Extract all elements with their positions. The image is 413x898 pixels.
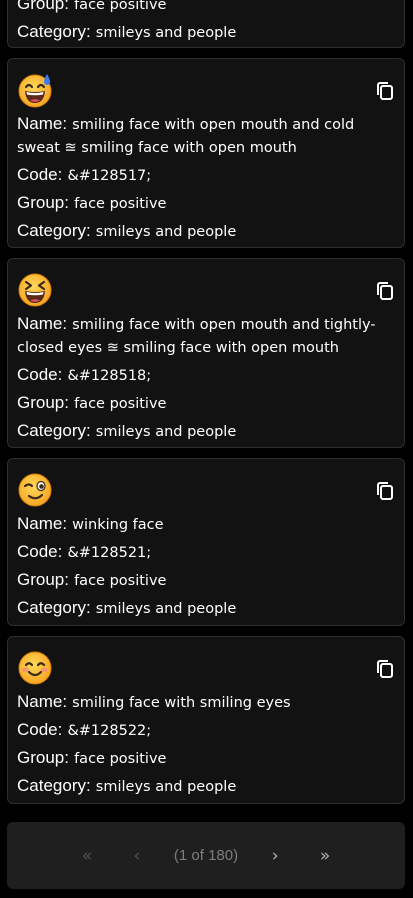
group-label: Group: <box>17 0 69 13</box>
name-label: Name: <box>17 314 68 333</box>
code-value: &#128522; <box>67 723 152 739</box>
group-row: Group: face positive <box>17 747 395 770</box>
group-row: Group: face positive <box>17 569 395 592</box>
category-label: Category: <box>17 221 91 240</box>
category-value: smileys and people <box>95 25 237 41</box>
category-row: Category: smileys and people <box>17 220 395 243</box>
first-page-button[interactable]: « <box>62 846 112 866</box>
category-row: Category: smileys and people <box>17 21 395 44</box>
name-label: Name: <box>17 692 68 711</box>
copy-icon <box>377 282 393 300</box>
copy-icon <box>377 482 393 500</box>
code-row: Code: &#128521; <box>17 541 395 564</box>
group-row: Group: face positive <box>17 392 395 415</box>
group-value: face positive <box>74 573 167 589</box>
copy-button[interactable] <box>374 657 396 681</box>
code-row: Code: &#128518; <box>17 364 395 387</box>
squinting-laughing-icon <box>18 273 52 307</box>
code-label: Code: <box>17 365 63 384</box>
code-value: &#128517; <box>67 168 152 184</box>
group-row: Group: face positive <box>17 192 395 215</box>
last-page-button[interactable]: » <box>300 846 350 866</box>
name-row: Name: smiling face with open mouth and c… <box>17 113 395 159</box>
category-label: Category: <box>17 598 91 617</box>
pagination: « ‹ (1 of 180) › » <box>7 822 405 889</box>
code-label: Code: <box>17 542 63 561</box>
group-label: Group: <box>17 193 69 212</box>
category-value: smileys and people <box>95 601 237 617</box>
group-value: face positive <box>74 0 167 13</box>
name-label: Name: <box>17 114 68 133</box>
group-label: Group: <box>17 393 69 412</box>
emoji-card: Name: smiling face with open mouth and c… <box>7 58 405 248</box>
code-value: &#128521; <box>67 545 152 561</box>
emoji-card: Name: winking face Code: &#128521; Group… <box>7 458 405 626</box>
category-value: smileys and people <box>95 779 237 795</box>
code-label: Code: <box>17 165 63 184</box>
name-value: smiling face with smiling eyes <box>72 695 291 711</box>
code-label: Code: <box>17 720 63 739</box>
category-label: Category: <box>17 421 91 440</box>
emoji-card: Name: smiling face with smiling eyes Cod… <box>7 636 405 804</box>
group-label: Group: <box>17 570 69 589</box>
smiling-eyes-icon <box>18 651 52 685</box>
code-row: Code: &#128522; <box>17 719 395 742</box>
group-value: face positive <box>74 396 167 412</box>
next-page-button[interactable]: › <box>250 846 300 866</box>
name-value: smiling face with open mouth and tightly… <box>17 317 376 356</box>
code-row: Code: &#128517; <box>17 164 395 187</box>
category-row: Category: smileys and people <box>17 420 395 443</box>
copy-icon <box>377 660 393 678</box>
name-row: Name: smiling face with open mouth and t… <box>17 313 395 359</box>
group-value: face positive <box>74 751 167 767</box>
name-value: smiling face with open mouth and cold sw… <box>17 117 355 156</box>
copy-button[interactable] <box>374 279 396 303</box>
emoji-card: Name: smiling face with open mouth and t… <box>7 258 405 448</box>
group-label: Group: <box>17 748 69 767</box>
copy-button[interactable] <box>374 79 396 103</box>
name-value: winking face <box>72 517 164 533</box>
group-row: Group: face positive <box>17 0 395 16</box>
prev-page-button[interactable]: ‹ <box>112 846 162 866</box>
category-label: Category: <box>17 22 91 41</box>
page-info: (1 of 180) <box>173 847 239 864</box>
name-row: Name: smiling face with smiling eyes <box>17 691 395 714</box>
copy-icon <box>377 82 393 100</box>
category-value: smileys and people <box>95 424 237 440</box>
emoji-list: Group: face positive Category: smileys a… <box>7 0 405 814</box>
category-row: Category: smileys and people <box>17 775 395 798</box>
code-value: &#128518; <box>67 368 152 384</box>
emoji-card-partial: Group: face positive Category: smileys a… <box>7 0 405 48</box>
winking-face-icon <box>18 473 52 507</box>
copy-button[interactable] <box>374 479 396 503</box>
group-value: face positive <box>74 196 167 212</box>
name-row: Name: winking face <box>17 513 395 536</box>
category-label: Category: <box>17 776 91 795</box>
category-value: smileys and people <box>95 224 237 240</box>
category-row: Category: smileys and people <box>17 597 395 620</box>
grinning-sweat-icon <box>18 74 52 108</box>
name-label: Name: <box>17 514 68 533</box>
